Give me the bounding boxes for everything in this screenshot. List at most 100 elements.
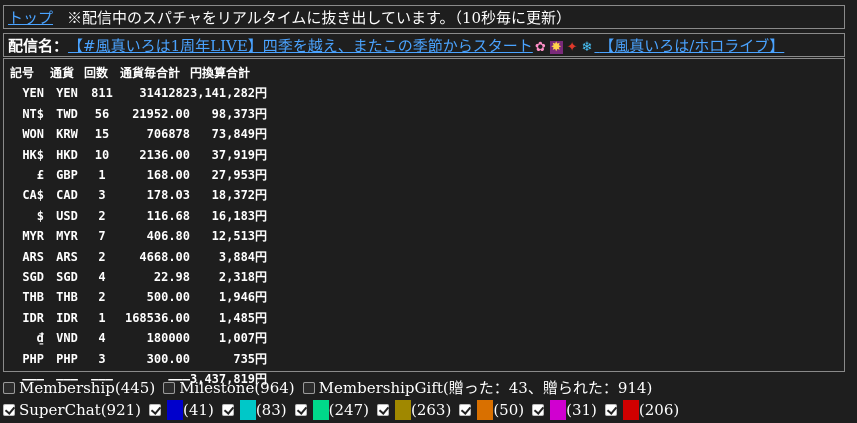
tier-count: (83) [255,401,287,419]
filter-option[interactable]: Milestone(964) [163,379,295,397]
table-cell: 168.00 [146,168,190,183]
filter-tier-7[interactable]: (206) [604,400,679,420]
table-cell: SGD [22,270,44,285]
table-row: SGD SGD 4 22.98 2,318円 [10,267,267,287]
table-cell: PHP [22,351,44,366]
update-notice: ※配信中のスパチャをリアルタイムに抜き出しています。（10秒毎に更新） [67,8,572,27]
tier-color-swatch [477,400,494,420]
table-cell: ARS [22,249,44,264]
table-row: IDR IDR 1 168536.00 1,485円 [10,308,267,328]
table-row: NT$ TWD 56 21952.00 98,373円 [10,104,267,124]
table-cell: YEN [22,86,44,101]
stream-title-text: 【#風真いろは1周年LIVE】四季を越え、またこの季節からスタート [68,36,533,55]
table-cell: 22.98 [153,270,190,285]
checkbox-checked[interactable] [376,404,389,416]
table-cell: 4 [98,270,106,285]
filter-tier-1[interactable]: (41) [149,400,214,420]
column-header: 円換算合計 [190,66,251,80]
filter-label: MembershipGift(贈った：43、贈られた：914) [318,379,653,397]
table-cell: 500.00 [146,290,190,305]
table-cell: HKD [56,147,78,162]
tier-color-swatch [239,400,256,420]
table-cell: 1 [98,310,106,325]
table-cell: YEN [56,86,78,101]
checkbox-unchecked[interactable] [302,381,315,394]
table-cell: 1,946円 [218,290,268,305]
table-cell: 2136.00 [139,147,190,162]
tier-color-swatch [550,400,567,420]
table-cell: VND [56,331,78,346]
table-cell: 3,141,282円 [190,86,268,101]
table-row: HK$ HKD 10 2136.00 37,919円 [10,145,267,165]
filter-row-1: Membership(445) Milestone(964) MembershipG… [3,377,660,398]
table-cell: CA$ [22,188,44,203]
table-cell: THB [22,290,44,305]
table-cell: 56 [94,106,110,121]
filter-label: Membership(445) [19,378,156,397]
table-cell: 98,373円 [211,106,268,121]
stream-title-bar: 配信名： 【#風真いろは1周年LIVE】四季を越え、またこの季節からスタート ✿ ✸… [3,33,845,57]
column-header: 通貨毎合計 [120,66,181,80]
table-row: YEN YEN 811 3141282 3,141,282円 [10,83,267,103]
table-cell: USD [56,208,78,223]
top-link[interactable]: トップ [8,7,53,28]
table-cell: GBP [56,168,78,183]
table-cell: 811 [91,86,113,101]
table-cell: 180000 [146,331,190,346]
checkbox-unchecked[interactable] [163,381,176,394]
table-header-row: 記号 通貨 回数 通貨毎合計 円換算合計 [10,63,267,83]
table-cell: 3141282 [139,86,190,101]
checkbox-unchecked[interactable] [3,381,15,394]
checkbox-checked[interactable] [221,404,234,416]
filter-superchat[interactable]: SuperChat(921) [3,401,141,419]
table-cell: 2 [98,249,106,264]
column-header: 回数 [84,66,109,80]
checkbox-checked[interactable] [604,404,617,416]
checkbox-checked[interactable] [3,404,15,416]
filter-option[interactable]: MembershipGift(贈った：43、贈られた：914) [302,377,653,398]
table-cell: 3 [98,351,106,366]
filter-tier-4[interactable]: (263) [376,400,451,420]
table-cell: 3,884円 [218,249,268,264]
stream-title-link[interactable]: 【#風真いろは1周年LIVE】四季を越え、またこの季節からスタート ✿ ✸ ✦ ❄ 【風… [68,35,784,56]
table-cell: 37,919円 [211,147,268,162]
table-cell: 1,007円 [218,331,268,346]
table-cell: 27,953円 [211,168,268,183]
table-cell: CAD [56,188,78,203]
superchat-summary-table: 記号 通貨 回数 通貨毎合計 円換算合計 YEN YEN 811 3141282 3,141,2… [3,58,845,386]
table-cell: $ [36,208,44,223]
tier-color-swatch [312,400,329,420]
table-cell: 300.00 [146,351,190,366]
filter-tier-5[interactable]: (50) [459,400,524,420]
filter-tier-3[interactable]: (247) [294,400,369,420]
table-cell: WON [22,127,44,142]
table-cell: 73,849円 [211,127,268,142]
filter-tier-2[interactable]: (83) [221,400,287,420]
checkbox-checked[interactable] [149,404,162,416]
checkbox-checked[interactable] [459,404,472,416]
filter-option[interactable]: Membership(445) [3,379,155,397]
table-cell: 4 [98,331,106,346]
table-cell: 21952.00 [132,106,190,121]
checkbox-checked[interactable] [532,404,545,416]
filter-label: SuperChat(921) [19,401,142,419]
table-cell: KRW [56,127,78,142]
snowflake-icon: ❄ [581,39,593,55]
table-cell: 2 [98,208,106,223]
table-row: MYR MYR 7 406.80 12,513円 [10,226,267,246]
table-cell: 735円 [233,351,268,366]
checkbox-checked[interactable] [294,404,307,416]
table-row: WON KRW 15 706878 73,849円 [10,124,267,144]
table-cell: ₫ [36,331,44,346]
filter-tier-6[interactable]: (31) [532,400,597,420]
table-cell: ARS [56,249,78,264]
table-cell: 1,485円 [218,310,268,325]
table-row: PHP PHP 3 300.00 735円 [10,349,267,369]
table-cell: 15 [94,127,110,142]
table-row: CA$ CAD 3 178.03 18,372円 [10,185,267,205]
table-cell: 10 [94,147,110,162]
table-cell: 706878 [146,127,190,142]
table-row: ₫ VND 4 180000 1,007円 [10,328,267,348]
table-cell: 116.68 [146,208,190,223]
table-cell: MYR [56,229,78,244]
